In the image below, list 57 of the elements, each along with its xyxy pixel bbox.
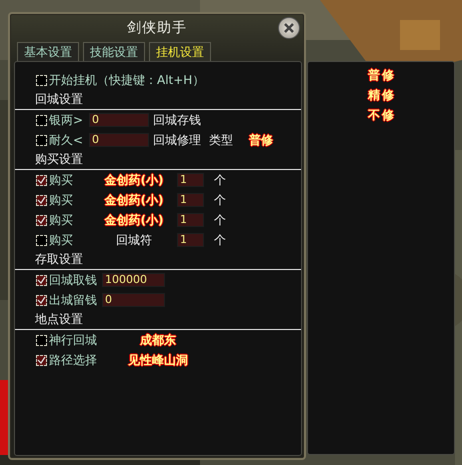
item-name[interactable]: 金创药(小) <box>104 212 164 228</box>
section-title: 回城设置 <box>35 91 83 108</box>
checkbox[interactable] <box>36 194 47 206</box>
unit-label: 个 <box>214 232 226 248</box>
checkbox[interactable] <box>36 214 47 226</box>
window-title: 剑侠助手 <box>127 19 187 37</box>
input-field[interactable]: 0 <box>89 133 149 147</box>
section-title: 购买设置 <box>35 151 83 168</box>
checkbox-label: 购买 <box>49 192 74 208</box>
location-value[interactable]: 见性峰山洞 <box>128 352 188 368</box>
item-name[interactable]: 金创药(小) <box>104 192 164 208</box>
tab[interactable]: 挂机设置 <box>149 42 211 61</box>
item-name[interactable]: 金创药(小) <box>104 172 164 188</box>
quantity-field[interactable]: 1 <box>177 233 204 247</box>
close-button[interactable] <box>278 17 300 39</box>
checkbox[interactable] <box>36 354 47 366</box>
location-value[interactable]: 成都东 <box>140 332 176 348</box>
section-title: 存取设置 <box>35 251 83 268</box>
field-label: 回城存钱 <box>153 112 201 128</box>
dropdown-option[interactable]: 不修 <box>368 107 396 123</box>
checkbox[interactable] <box>36 174 47 186</box>
checkbox-label: 购买 <box>49 172 74 188</box>
repair-type-value[interactable]: 普修 <box>249 132 273 148</box>
close-icon <box>283 22 295 34</box>
item-name[interactable]: 回城符 <box>116 232 152 248</box>
unit-label: 个 <box>214 192 226 208</box>
input-field[interactable]: 0 <box>89 113 149 127</box>
checkbox[interactable] <box>36 114 47 126</box>
dropdown-option[interactable]: 精修 <box>368 87 396 103</box>
checkbox-label: 路径选择 <box>49 352 98 368</box>
tab[interactable]: 技能设置 <box>83 42 145 61</box>
checkbox-label: 银两> <box>49 112 84 128</box>
checkbox[interactable] <box>36 294 47 306</box>
field-label: 回城修理 <box>153 132 201 148</box>
checkbox-label: 开始挂机（快捷键：Alt+H） <box>49 72 204 88</box>
checkbox[interactable] <box>36 134 47 146</box>
quantity-field[interactable]: 1 <box>177 193 204 207</box>
checkbox-label: 神行回城 <box>49 332 98 348</box>
quantity-field[interactable]: 1 <box>177 213 204 227</box>
checkbox[interactable] <box>36 74 47 86</box>
checkbox-label: 出城留钱 <box>49 292 98 308</box>
checkbox[interactable] <box>36 334 47 346</box>
checkbox-label: 购买 <box>49 212 74 228</box>
checkbox-label: 耐久< <box>49 132 84 148</box>
checkbox[interactable] <box>36 234 47 246</box>
input-field[interactable]: 0 <box>102 293 165 307</box>
checkbox-label: 购买 <box>49 232 74 248</box>
dropdown-option[interactable]: 普修 <box>368 67 396 83</box>
section-title: 地点设置 <box>35 311 83 328</box>
unit-label: 个 <box>214 172 226 188</box>
checkbox-label: 回城取钱 <box>49 272 98 288</box>
input-field[interactable]: 100000 <box>102 273 165 287</box>
checkbox[interactable] <box>36 274 47 286</box>
unit-label: 个 <box>214 212 226 228</box>
quantity-field[interactable]: 1 <box>177 173 204 187</box>
tab[interactable]: 基本设置 <box>17 42 79 61</box>
field-label: 类型 <box>209 132 233 148</box>
